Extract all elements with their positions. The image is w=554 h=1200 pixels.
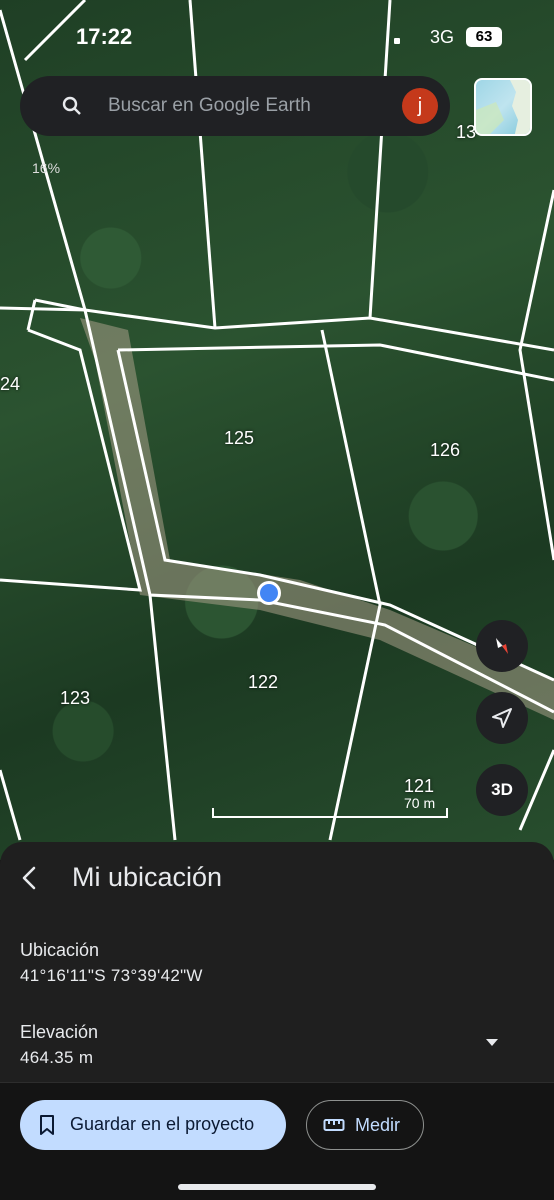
status-bar: 17:22 3G 63 xyxy=(0,0,554,76)
parcel-label: 122 xyxy=(248,672,279,692)
measure-button-label: Medir xyxy=(355,1115,401,1135)
map-style-button[interactable] xyxy=(474,78,532,136)
network-type: 3G xyxy=(430,27,455,47)
map-layers-icon xyxy=(476,80,530,134)
battery-indicator: 63 xyxy=(466,27,502,47)
parcel-label: 125 xyxy=(224,428,255,448)
search-icon xyxy=(62,96,81,115)
location-value: 41°16'11"S 73°39'42"W xyxy=(20,966,203,985)
parcel-label: 24 xyxy=(0,374,21,394)
panel-title: Mi ubicación xyxy=(72,862,223,892)
3d-toggle-button[interactable]: 3D xyxy=(476,764,528,816)
my-location-button[interactable] xyxy=(476,692,528,744)
bookmark-icon xyxy=(40,1115,54,1135)
notification-dot-icon xyxy=(394,38,400,44)
save-button-label: Guardar en el proyecto xyxy=(70,1114,255,1134)
parcel-label: 123 xyxy=(60,688,91,708)
elevation-label: Elevación xyxy=(20,1022,99,1042)
status-time: 17:22 xyxy=(76,24,133,49)
compass-button[interactable] xyxy=(476,620,528,672)
location-label: Ubicación xyxy=(20,940,100,960)
back-arrow-icon[interactable] xyxy=(14,862,46,894)
scale-bar xyxy=(212,808,448,818)
search-bar[interactable]: Buscar en Google Earth j xyxy=(20,76,450,136)
avatar[interactable]: j xyxy=(402,88,438,124)
save-to-project-button[interactable]: Guardar en el proyecto xyxy=(20,1100,286,1150)
measure-button[interactable]: Medir xyxy=(306,1100,424,1150)
compass-icon xyxy=(496,638,508,654)
chevron-down-icon[interactable] xyxy=(484,1036,500,1048)
search-input[interactable]: Buscar en Google Earth xyxy=(108,95,311,117)
my-location-dot[interactable] xyxy=(254,578,284,608)
ruler-icon xyxy=(323,1119,345,1131)
navigation-arrow-icon xyxy=(492,708,512,728)
parcel-label: 121 xyxy=(404,776,435,796)
parcel-label: 126 xyxy=(430,440,461,460)
elevation-value: 464.35 m xyxy=(20,1048,94,1067)
home-indicator[interactable] xyxy=(178,1184,376,1190)
location-panel: Mi ubicación Ubicación 41°16'11"S 73°39'… xyxy=(0,842,554,1200)
zoom-percent: 16% xyxy=(32,160,61,176)
